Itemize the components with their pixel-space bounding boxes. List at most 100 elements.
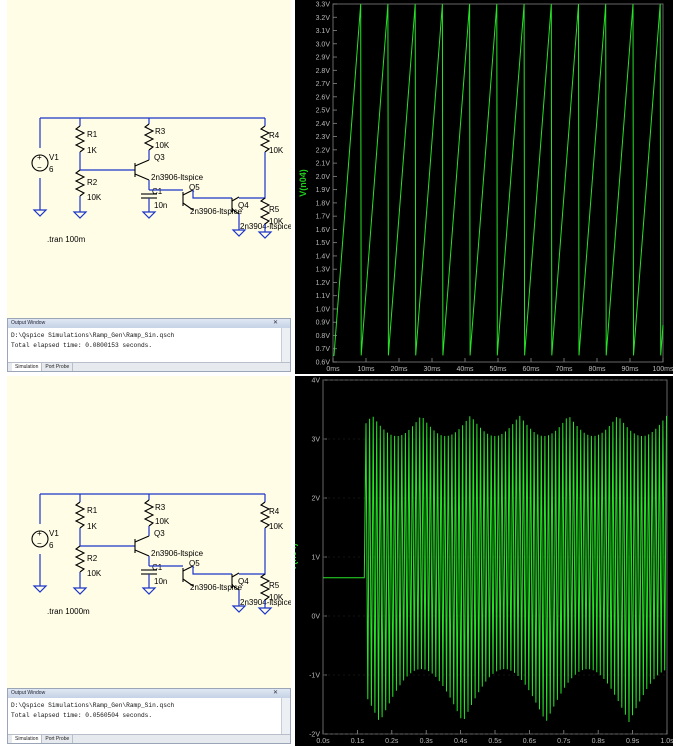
output-window-bottom: Output Window ✕ D:\Qspice Simulations\Ra… xyxy=(7,688,291,744)
y-tick-label: 2.5V xyxy=(316,108,331,115)
y-tick-label: 3.3V xyxy=(316,2,331,9)
waveform-trace xyxy=(323,415,667,723)
output-elapsed: Total elapsed time: 0.0560504 seconds. xyxy=(11,712,153,719)
y-tick-label: 0.7V xyxy=(316,346,331,353)
c1-label: C1 xyxy=(152,187,163,196)
r4-label: R4 xyxy=(269,507,280,516)
y-tick-label: 1.9V xyxy=(316,187,331,194)
close-icon[interactable]: ✕ xyxy=(273,689,278,698)
waveform-viewer-bottom[interactable]: -2V -1V 0V 1V 2V 3V 4V 0.0s 0.1s 0.2s 0.3s 0.4s 0.5s… xyxy=(295,376,673,746)
y-tick-label: 4V xyxy=(311,378,320,385)
r1-value: 1K xyxy=(87,522,97,531)
q3-label: Q3 xyxy=(154,529,165,538)
q3-label: Q3 xyxy=(154,153,165,162)
r3-value: 10K xyxy=(155,517,170,526)
r3-label: R3 xyxy=(155,127,166,136)
tran-directive: .tran 100m xyxy=(47,235,86,244)
x-tick-label: 0.3s xyxy=(420,738,434,745)
x-tick-label: 20ms xyxy=(390,366,408,373)
waveform-trace xyxy=(333,3,664,356)
output-path: D:\Qspice Simulations\Ramp_Gen\Ramp_Sin.… xyxy=(11,702,175,709)
schematic-canvas-bottom[interactable]: + − V1 6 R1 1K R2 10K R3 10K Q3 C1 10n 2… xyxy=(7,376,291,688)
c1-value: 10n xyxy=(154,201,167,210)
r1-value: 1K xyxy=(87,146,97,155)
x-tick-label: 60ms xyxy=(522,366,540,373)
q5-label: Q5 xyxy=(189,183,200,192)
y-tick-label: 1.2V xyxy=(316,280,331,287)
x-tick-label: 0.7s xyxy=(557,738,571,745)
tab-port-probe[interactable]: Port Probe xyxy=(42,735,74,743)
q4-label: Q4 xyxy=(238,201,249,210)
r5-label: R5 xyxy=(269,581,280,590)
y-tick-label: 2.3V xyxy=(316,134,331,141)
y-tick-label: 3.2V xyxy=(316,15,331,22)
y-tick-label: 1.3V xyxy=(316,267,331,274)
r5-value: 10K xyxy=(269,217,284,226)
x-tick-label: 0.0s xyxy=(316,738,330,745)
r2-value: 10K xyxy=(87,193,102,202)
waveform-viewer-top[interactable]: 0.6V 0.7V 0.8V 0.9V 1.0V 1.1V 1.2V 1.3V 1.4V 1.5V… xyxy=(295,0,673,374)
y-tick-label: 1V xyxy=(311,555,320,562)
svg-text:−: − xyxy=(37,539,42,548)
x-tick-label: 10ms xyxy=(357,366,375,373)
x-tick-label: 0.8s xyxy=(592,738,606,745)
x-tick-label: 40ms xyxy=(456,366,474,373)
x-tick-label: 30ms xyxy=(423,366,441,373)
y-tick-label: 3.1V xyxy=(316,28,331,35)
r2-label: R2 xyxy=(87,178,98,187)
r3-label: R3 xyxy=(155,503,166,512)
y-tick-label: 2.9V xyxy=(316,55,331,62)
r1-label: R1 xyxy=(87,506,98,515)
y-tick-label: 1.7V xyxy=(316,214,331,221)
svg-text:−: − xyxy=(37,163,42,172)
plot-frame xyxy=(332,3,664,363)
x-tick-label: 1.0s xyxy=(660,738,673,745)
waveform-plot-top[interactable]: 0.6V0.7V0.8V0.9V1.0V1.1V1.2V1.3V1.4V1.5V… xyxy=(295,0,673,374)
v1-label: V1 xyxy=(49,153,59,162)
y-axis-label: V(n04) xyxy=(295,543,298,571)
y-tick-label: 3.0V xyxy=(316,41,331,48)
close-icon[interactable]: ✕ xyxy=(273,319,278,328)
y-tick-label: 3V xyxy=(311,437,320,444)
r2-label: R2 xyxy=(87,554,98,563)
x-tick-label: 50ms xyxy=(489,366,507,373)
y-tick-label: 1.6V xyxy=(316,227,331,234)
waveform-plot-bottom[interactable]: -2V-1V0V1V2V3V4V0.0s 0.1s 0.2s 0.3s 0.4s 0.5s… xyxy=(295,376,673,746)
x-tick-label: 80ms xyxy=(588,366,606,373)
tab-port-probe[interactable]: Port Probe xyxy=(42,363,74,371)
y-tick-label: 2.0V xyxy=(316,174,331,181)
x-tick-label: 0.5s xyxy=(488,738,502,745)
x-tick-label: 0.9s xyxy=(626,738,640,745)
q3-model: 2n3906-ltspice xyxy=(151,173,204,182)
y-tick-label: 0.8V xyxy=(316,333,331,340)
x-tick-label: 0.1s xyxy=(351,738,365,745)
y-tick-label: 1.1V xyxy=(316,293,331,300)
c1-label: C1 xyxy=(152,563,163,572)
r5-value: 10K xyxy=(269,593,284,602)
output-elapsed: Total elapsed time: 0.0800153 seconds. xyxy=(11,342,153,349)
y-tick-label: 1.5V xyxy=(316,240,331,247)
output-window-title: Output Window xyxy=(8,319,290,328)
y-tick-label: 2.7V xyxy=(316,81,331,88)
q3-model: 2n3906-ltspice xyxy=(151,549,204,558)
y-tick-label: 1.0V xyxy=(316,306,331,313)
y-tick-label: 1.4V xyxy=(316,253,331,260)
y-tick-label: 2.6V xyxy=(316,94,331,101)
tab-simulation[interactable]: Simulation xyxy=(12,735,43,743)
schematic-editor-top[interactable]: + − V1 6 R1 1K R2 10K R3 10K Q3 C1 10n 2… xyxy=(7,0,291,318)
x-tick-label: 100ms xyxy=(652,366,673,373)
y-tick-label: 0.9V xyxy=(316,320,331,327)
r2-value: 10K xyxy=(87,569,102,578)
schematic-canvas-top[interactable]: + − V1 6 R1 1K R2 10K R3 10K Q3 C1 10n 2… xyxy=(7,0,291,318)
tab-simulation[interactable]: Simulation xyxy=(12,363,43,371)
schematic-editor-bottom[interactable]: + − V1 6 R1 1K R2 10K R3 10K Q3 C1 10n 2… xyxy=(7,376,291,688)
q4-label: Q4 xyxy=(238,577,249,586)
svg-text:+: + xyxy=(37,529,42,538)
v1-value: 6 xyxy=(49,165,54,174)
y-axis-label: V(n04) xyxy=(298,169,308,197)
output-window-top: Output Window ✕ D:\Qspice Simulations\Ra… xyxy=(7,318,291,372)
v1-label: V1 xyxy=(49,529,59,538)
r4-value: 10K xyxy=(269,522,284,531)
output-path: D:\Qspice Simulations\Ramp_Gen\Ramp_Sin.… xyxy=(11,332,175,339)
x-tick-label: 0ms xyxy=(326,366,340,373)
